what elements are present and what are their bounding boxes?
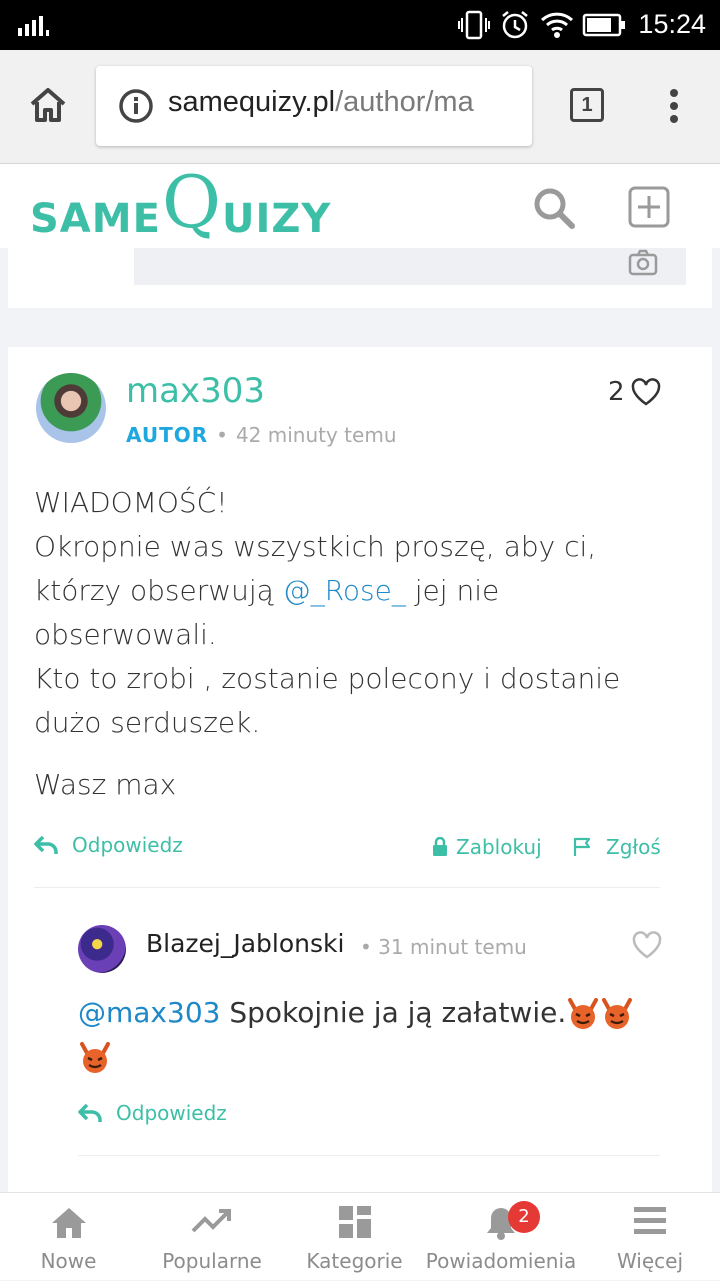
comment-card: max303 AUTOR • 42 minuty temu 2 WIADOMOŚĆ!… xyxy=(8,347,712,1207)
block-button[interactable]: Zablokuj xyxy=(432,835,542,859)
reply-time: • 31 minut temu xyxy=(360,935,527,959)
home-icon xyxy=(51,1208,86,1238)
logo-q: Q xyxy=(162,160,223,244)
comment-line: Okropnie was wszystkich proszę, aby ci, xyxy=(34,530,597,563)
comment-time: 42 minuty temu xyxy=(235,423,397,447)
comment-line: dużo serduszek. xyxy=(34,706,261,739)
menu-icon xyxy=(634,1207,666,1234)
divider xyxy=(34,887,660,888)
camera-icon[interactable] xyxy=(628,248,658,276)
meta-separator: • xyxy=(216,423,228,447)
reply-reply-button[interactable]: Odpowiedz xyxy=(78,1101,227,1125)
trending-icon xyxy=(191,1209,231,1233)
alarm-icon xyxy=(502,11,528,39)
reply-text: Spokojnie ja ją załatwie. xyxy=(220,996,567,1029)
nav-label: Powiadomienia xyxy=(425,1249,577,1273)
signal-icon xyxy=(18,14,49,36)
flag-icon xyxy=(573,837,591,856)
address-bar[interactable]: samequizy.pl/author/ma xyxy=(96,66,532,146)
home-icon[interactable] xyxy=(28,86,68,124)
reply-icon xyxy=(34,835,58,854)
nav-label: Popularne xyxy=(162,1249,262,1273)
lock-icon xyxy=(433,837,447,856)
comment-input[interactable] xyxy=(134,248,686,285)
wifi-icon xyxy=(540,12,574,38)
url-path: /author/ma xyxy=(335,86,474,118)
browser-toolbar: samequizy.pl/author/ma 1 xyxy=(0,50,720,164)
battery-icon xyxy=(582,13,625,37)
comment-line: Kto to zrobi , zostanie polecony i dosta… xyxy=(34,662,621,695)
comment-text: jej nie xyxy=(405,574,500,607)
reply-heart-icon[interactable] xyxy=(632,931,662,959)
comment-line: WIADOMOŚĆ! xyxy=(34,486,228,519)
info-icon[interactable] xyxy=(118,88,154,124)
comment-meta: AUTOR • 42 minuty temu xyxy=(126,423,397,447)
comment-author[interactable]: max303 xyxy=(126,371,265,411)
comment-input-card xyxy=(8,248,712,308)
comment-body: WIADOMOŚĆ! Okropnie was wszystkich prosz… xyxy=(34,481,684,807)
grid-icon xyxy=(338,1206,371,1238)
reply-author[interactable]: Blazej_Jablonski xyxy=(146,929,344,958)
user-mention-link[interactable]: @max303 xyxy=(78,996,220,1029)
heart-icon xyxy=(631,378,660,406)
reply-avatar[interactable] xyxy=(78,925,126,973)
nav-label: Więcej xyxy=(616,1249,684,1273)
bottom-navigation: Nowe Popularne Kategorie 2 Powiadomienia… xyxy=(0,1192,720,1280)
user-mention-link[interactable]: @_Rose_ xyxy=(283,574,406,607)
status-bar: 15:24 xyxy=(0,0,720,50)
more-options-icon[interactable] xyxy=(666,88,682,124)
url-text: samequizy.pl/author/ma xyxy=(168,86,474,119)
vibrate-icon xyxy=(458,10,490,40)
comment-signature: Wasz max xyxy=(34,768,177,801)
comment-text: którzy obserwują xyxy=(34,574,283,607)
logo-same: SAME xyxy=(30,196,161,242)
reply-label: Odpowiedz xyxy=(72,833,183,857)
comment-line: obserwowali. xyxy=(34,618,217,651)
tab-switcher-button[interactable]: 1 xyxy=(570,88,604,122)
nav-nowe[interactable]: Nowe xyxy=(0,1193,137,1281)
report-button[interactable]: Zgłoś xyxy=(572,835,661,859)
reply-time-text: 31 minut temu xyxy=(378,935,527,959)
add-quiz-icon[interactable] xyxy=(628,186,670,228)
search-icon[interactable] xyxy=(532,186,576,230)
logo-uizy: UIZY xyxy=(222,196,332,242)
comment-actions: Odpowiedz Zablokuj Zgłoś xyxy=(34,833,684,867)
nav-powiadomienia[interactable]: 2 Powiadomienia xyxy=(422,1193,580,1281)
reply-body: @max303 Spokojnie ja ją załatwie. xyxy=(78,991,678,1079)
nav-kategorie[interactable]: Kategorie xyxy=(287,1193,422,1281)
nav-label: Kategorie xyxy=(306,1249,403,1273)
nav-popularne[interactable]: Popularne xyxy=(137,1193,287,1281)
reply-label: Odpowiedz xyxy=(116,1101,227,1125)
url-domain: samequizy.pl xyxy=(168,86,336,118)
block-label: Zablokuj xyxy=(456,835,542,859)
devil-emoji-icon xyxy=(568,998,599,1029)
devil-emoji-icon xyxy=(602,998,633,1029)
like-button[interactable]: 2 xyxy=(608,377,661,407)
author-badge: AUTOR xyxy=(126,423,209,447)
avatar[interactable] xyxy=(36,373,106,443)
devil-emoji-icon xyxy=(80,1042,110,1073)
reply-button[interactable]: Odpowiedz xyxy=(34,833,183,857)
notification-badge: 2 xyxy=(508,1201,540,1233)
site-header: SAME Q UIZY xyxy=(0,160,720,248)
clock: 15:24 xyxy=(638,9,706,39)
nav-wiecej[interactable]: Więcej xyxy=(580,1193,720,1281)
divider xyxy=(78,1155,660,1156)
nav-label: Nowe xyxy=(40,1249,97,1273)
comment-line: którzy obserwują @_Rose_ jej nie xyxy=(34,569,684,613)
reply-icon xyxy=(78,1103,102,1122)
like-count: 2 xyxy=(608,377,625,407)
report-label: Zgłoś xyxy=(606,835,661,859)
meta-separator: • xyxy=(360,935,372,959)
